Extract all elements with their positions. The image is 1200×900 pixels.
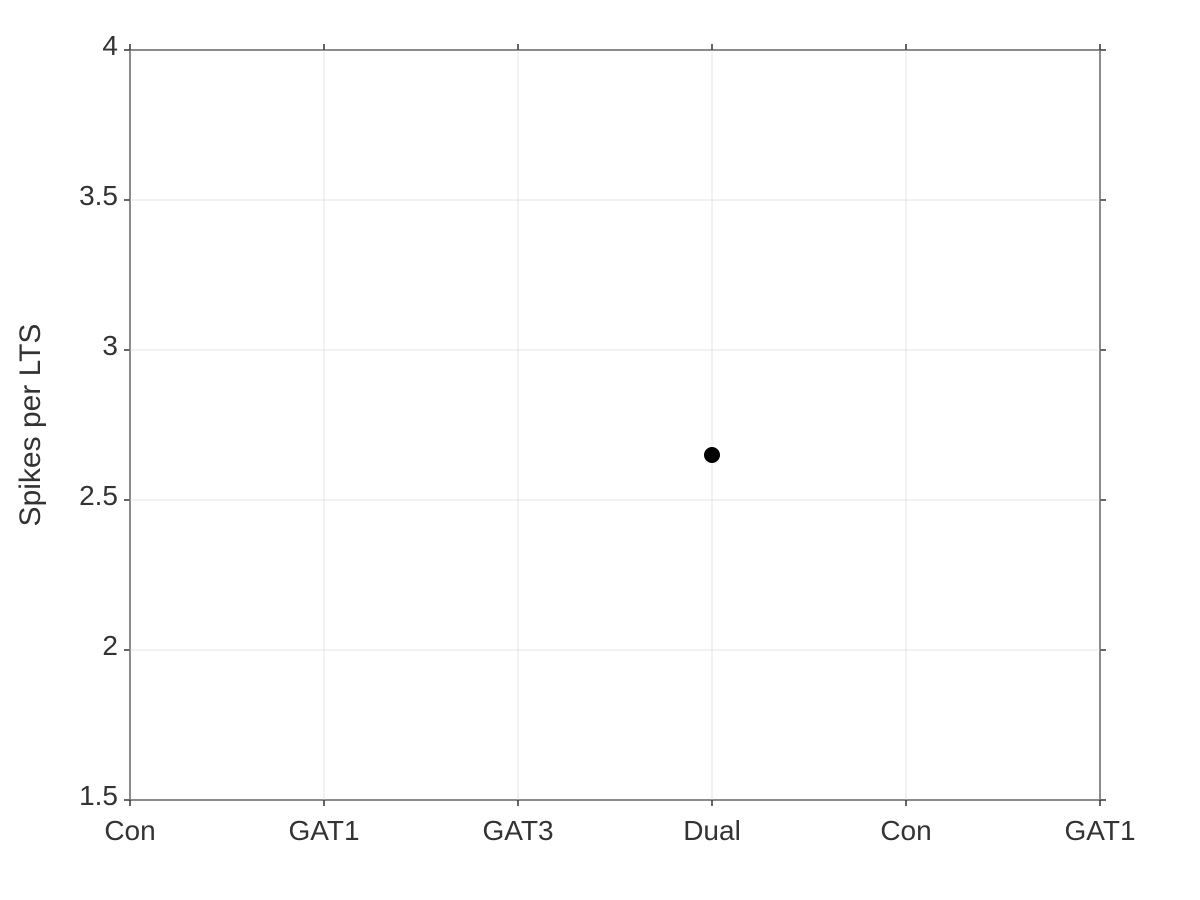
svg-text:3.5: 3.5 <box>79 180 118 211</box>
svg-text:1.5: 1.5 <box>79 780 118 811</box>
svg-text:4: 4 <box>102 30 118 61</box>
svg-text:Dual: Dual <box>683 815 741 846</box>
svg-text:GAT1: GAT1 <box>1064 815 1135 846</box>
svg-text:2.5: 2.5 <box>79 480 118 511</box>
svg-text:Con: Con <box>104 815 155 846</box>
svg-text:GAT1: GAT1 <box>288 815 359 846</box>
chart-svg: 1.5 2 2.5 3 3.5 4 Con GAT1 GAT3 Dual Con GAT1 Spikes… <box>0 0 1200 900</box>
chart-container: 1.5 2 2.5 3 3.5 4 Con GAT1 GAT3 Dual Con GAT1 Spikes… <box>0 0 1200 900</box>
svg-text:Con: Con <box>880 815 931 846</box>
svg-text:3: 3 <box>102 330 118 361</box>
svg-text:Spikes per LTS: Spikes per LTS <box>14 324 47 527</box>
svg-text:2: 2 <box>102 630 118 661</box>
svg-text:GAT3: GAT3 <box>482 815 553 846</box>
